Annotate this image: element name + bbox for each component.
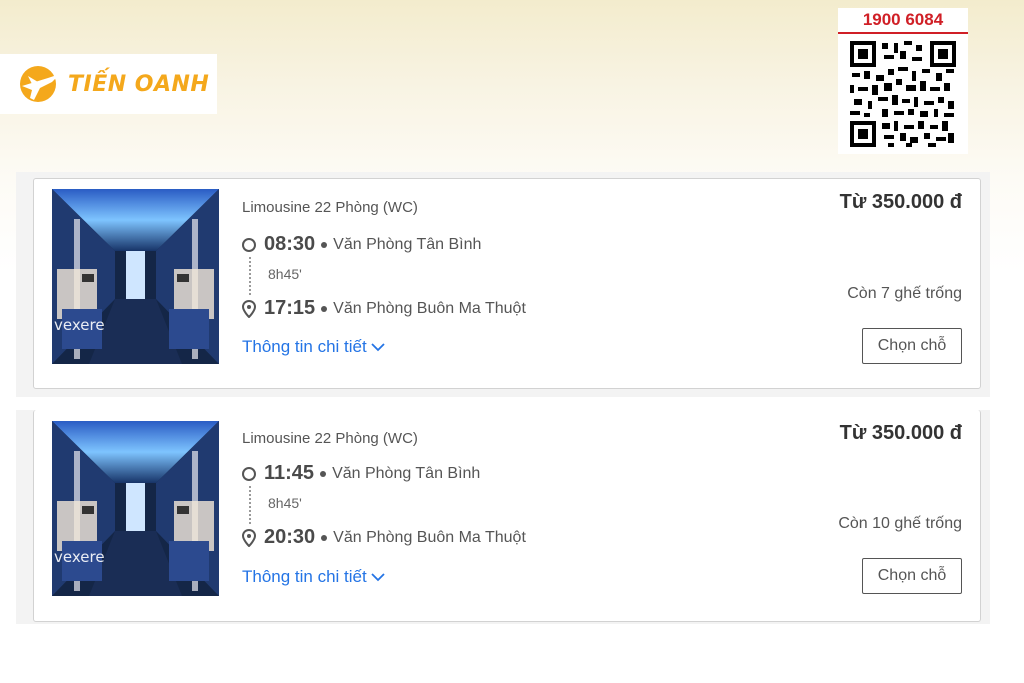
bus-type-label: Limousine 22 Phòng (WC) — [242, 430, 418, 447]
separator-dot — [321, 305, 328, 312]
bus-type-label: Limousine 22 Phòng (WC) — [242, 199, 418, 216]
qr-code-icon — [838, 34, 968, 154]
choose-seat-button[interactable]: Chọn chỗ — [862, 328, 962, 364]
trip-card: vexere Limousine 22 Phòng (WC) 11:45 Văn… — [33, 410, 981, 622]
origin-circle-icon — [242, 237, 256, 252]
trip-detail-label: Thông tin chi tiết — [242, 567, 367, 586]
location-pin-icon — [242, 299, 256, 318]
trip-detail-label: Thông tin chi tiết — [242, 337, 367, 356]
trip-card: vexere Limousine 22 Phòng (WC) 08:30 Văn… — [33, 178, 981, 389]
brand-logo: TIẾN OANH — [0, 54, 217, 114]
departure-time: 11:45 — [264, 462, 315, 484]
separator-dot — [321, 241, 328, 248]
route-line — [249, 486, 251, 524]
image-watermark: vexere — [54, 548, 105, 566]
location-pin-icon — [242, 528, 256, 547]
plane-logo-icon — [20, 66, 60, 102]
separator-dot — [320, 470, 327, 477]
trip-card-wrapper: vexere Limousine 22 Phòng (WC) 08:30 Văn… — [16, 172, 990, 397]
arrival-time: 17:15 — [264, 297, 316, 319]
departure-place: Văn Phòng Tân Bình — [332, 464, 481, 482]
image-watermark: vexere — [54, 316, 105, 334]
arrival-row: 20:30 Văn Phòng Buôn Ma Thuột — [242, 526, 526, 549]
trip-price: Từ 350.000 đ — [839, 422, 962, 444]
origin-circle-icon — [242, 466, 256, 481]
chevron-down-icon — [371, 343, 385, 352]
hotline-number[interactable]: 1900 6084 — [838, 8, 968, 35]
arrival-place: Văn Phòng Buôn Ma Thuột — [333, 528, 526, 546]
arrival-place: Văn Phòng Buôn Ma Thuột — [333, 299, 526, 317]
chevron-down-icon — [371, 573, 385, 582]
trip-detail-link[interactable]: Thông tin chi tiết — [242, 337, 385, 357]
trip-duration: 8h45' — [268, 266, 302, 282]
route-line — [249, 257, 251, 295]
bus-interior-image: vexere — [52, 189, 219, 364]
seats-available: Còn 10 ghế trống — [838, 515, 962, 532]
trip-duration: 8h45' — [268, 495, 302, 511]
brand-name: TIẾN OANH — [68, 71, 210, 97]
choose-seat-button[interactable]: Chọn chỗ — [862, 558, 962, 594]
trip-card-wrapper: vexere Limousine 22 Phòng (WC) 11:45 Văn… — [16, 410, 990, 624]
departure-row: 08:30 Văn Phòng Tân Bình — [242, 233, 481, 256]
separator-dot — [321, 534, 328, 541]
arrival-row: 17:15 Văn Phòng Buôn Ma Thuột — [242, 297, 526, 320]
departure-row: 11:45 Văn Phòng Tân Bình — [242, 462, 480, 485]
departure-place: Văn Phòng Tân Bình — [333, 235, 482, 253]
seats-available: Còn 7 ghế trống — [847, 285, 962, 302]
departure-time: 08:30 — [264, 233, 316, 255]
arrival-time: 20:30 — [264, 526, 316, 548]
trip-detail-link[interactable]: Thông tin chi tiết — [242, 567, 385, 587]
bus-interior-image: vexere — [52, 421, 219, 596]
trip-price: Từ 350.000 đ — [839, 191, 962, 213]
